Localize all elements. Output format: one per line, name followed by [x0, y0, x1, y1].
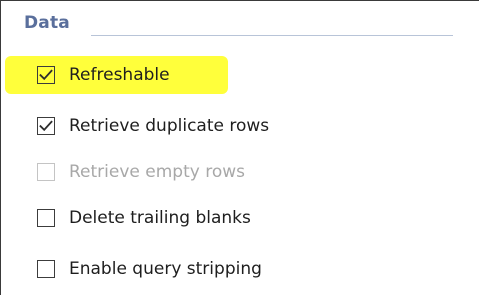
options-panel: Data Refreshable Retrieve duplicate rows… [0, 0, 479, 295]
retrieve-empty-rows-checkbox-row: Retrieve empty rows [37, 161, 245, 183]
delete-trailing-blanks-label: Delete trailing blanks [69, 208, 251, 228]
retrieve-duplicate-rows-checkbox-row[interactable]: Retrieve duplicate rows [37, 115, 269, 137]
retrieve-empty-rows-label: Retrieve empty rows [69, 162, 245, 182]
enable-query-stripping-label: Enable query stripping [69, 259, 262, 279]
retrieve-duplicate-rows-label: Retrieve duplicate rows [69, 116, 270, 136]
delete-trailing-blanks-checkbox[interactable] [37, 209, 55, 227]
enable-query-stripping-checkbox-row[interactable]: Enable query stripping [37, 258, 262, 280]
enable-query-stripping-checkbox[interactable] [37, 260, 55, 278]
data-group-header: Data [24, 13, 70, 33]
retrieve-duplicate-rows-checkbox[interactable] [37, 117, 55, 135]
checkmark-icon [39, 69, 53, 81]
checkmark-icon [39, 120, 53, 132]
refreshable-checkbox-row[interactable]: Refreshable [37, 64, 170, 86]
delete-trailing-blanks-checkbox-row[interactable]: Delete trailing blanks [37, 207, 251, 229]
refreshable-checkbox[interactable] [37, 66, 55, 84]
group-title: Data [24, 13, 70, 33]
refreshable-label: Refreshable [69, 65, 170, 85]
retrieve-empty-rows-checkbox [37, 163, 55, 181]
group-divider [91, 35, 453, 36]
